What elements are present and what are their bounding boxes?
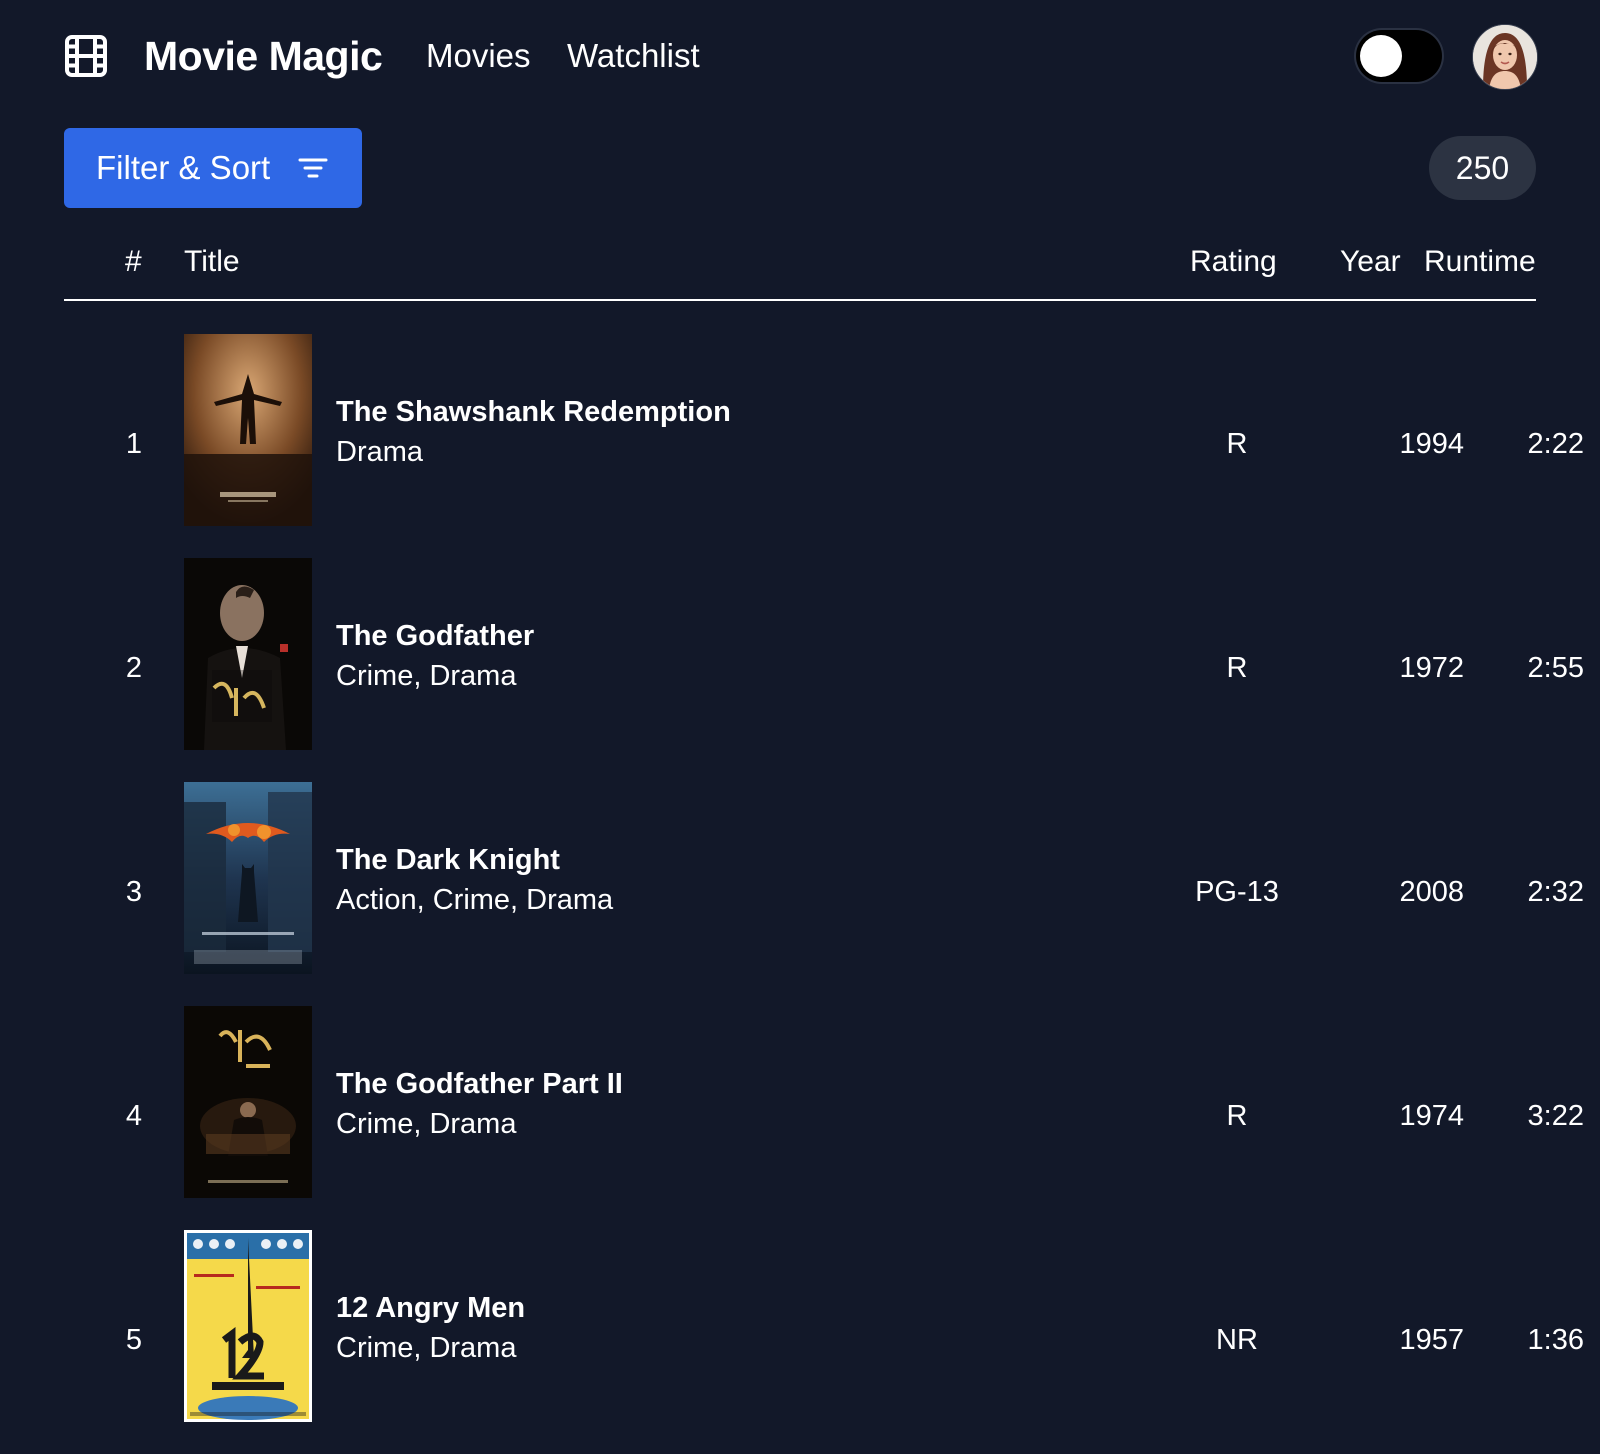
movie-runtime: 3:22 <box>1527 1100 1584 1132</box>
filter-lines-icon <box>298 158 328 178</box>
movie-title[interactable]: The Shawshank Redemption <box>336 392 731 432</box>
movie-poster[interactable] <box>184 558 312 750</box>
movie-year: 2008 <box>1399 876 1464 908</box>
movie-rating: PG-13 <box>1195 876 1279 908</box>
row-rank: 3 <box>125 876 143 908</box>
movie-rating: R <box>1226 1100 1248 1132</box>
column-header-title[interactable]: Title <box>184 240 240 284</box>
movie-poster[interactable] <box>184 1006 312 1198</box>
movie-runtime: 1:36 <box>1527 1324 1584 1356</box>
movie-runtime: 2:32 <box>1527 876 1584 908</box>
filter-sort-label: Filter & Sort <box>96 149 271 186</box>
theme-toggle[interactable] <box>1356 30 1442 82</box>
movie-title[interactable]: The Dark Knight <box>336 840 560 880</box>
nav-link-movies[interactable]: Movies <box>426 30 531 82</box>
header-divider <box>64 299 1536 301</box>
avatar-icon <box>1473 25 1537 89</box>
table-row[interactable]: 5 12 Angry Men Crime, Drama NR 1957 1:36 <box>64 1230 1584 1454</box>
movie-genre: Crime, Drama <box>336 1332 517 1364</box>
toggle-knob <box>1360 35 1402 77</box>
table-row[interactable]: 2 The Godfather Crime, Drama R 1972 2:55 <box>64 558 1584 782</box>
movie-year: 1957 <box>1399 1324 1464 1356</box>
movie-title[interactable]: 12 Angry Men <box>336 1288 525 1328</box>
movie-poster[interactable] <box>184 782 312 974</box>
movie-genre: Drama <box>336 436 424 468</box>
column-header-rating[interactable]: Rating <box>1190 240 1277 284</box>
top-nav: Movie Magic Movies Watchlist <box>64 0 1538 112</box>
film-icon[interactable] <box>64 34 108 78</box>
user-avatar[interactable] <box>1472 24 1538 90</box>
nav-link-watchlist[interactable]: Watchlist <box>567 30 700 82</box>
table-row[interactable]: 1 The Shawshank Redemption Drama R 1994 … <box>64 334 1584 558</box>
movie-year: 1994 <box>1399 428 1464 460</box>
filter-sort-button[interactable]: Filter & Sort <box>64 128 362 208</box>
row-rank: 2 <box>125 652 143 684</box>
movie-count-badge: 250 <box>1429 136 1536 200</box>
table-row[interactable]: 4 The Godfather Part II Crime, Drama R 1… <box>64 1006 1584 1230</box>
movie-rating: R <box>1226 428 1248 460</box>
column-header-year[interactable]: Year <box>1340 240 1401 284</box>
movie-title[interactable]: The Godfather Part II <box>336 1064 623 1104</box>
movie-title[interactable]: The Godfather <box>336 616 534 656</box>
movie-genre: Action, Crime, Drama <box>336 884 614 916</box>
movie-rating: NR <box>1216 1324 1258 1356</box>
movie-poster[interactable] <box>184 1230 312 1422</box>
table-row[interactable]: 3 The Dark Knight Action, Crime, Drama P… <box>64 782 1584 1006</box>
movie-genre: Crime, Drama <box>336 660 517 692</box>
movie-poster[interactable] <box>184 334 312 526</box>
movie-genre: Crime, Drama <box>336 1108 517 1140</box>
row-rank: 1 <box>125 428 143 460</box>
column-header-runtime[interactable]: Runtime <box>1424 240 1536 284</box>
row-rank: 5 <box>125 1324 143 1356</box>
brand-title[interactable]: Movie Magic <box>144 28 383 84</box>
movie-year: 1972 <box>1399 652 1464 684</box>
row-rank: 4 <box>125 1100 143 1132</box>
movie-rating: R <box>1226 652 1248 684</box>
movie-year: 1974 <box>1399 1100 1464 1132</box>
movie-runtime: 2:55 <box>1527 652 1584 684</box>
movie-runtime: 2:22 <box>1527 428 1584 460</box>
column-header-rank[interactable]: # <box>125 240 142 284</box>
